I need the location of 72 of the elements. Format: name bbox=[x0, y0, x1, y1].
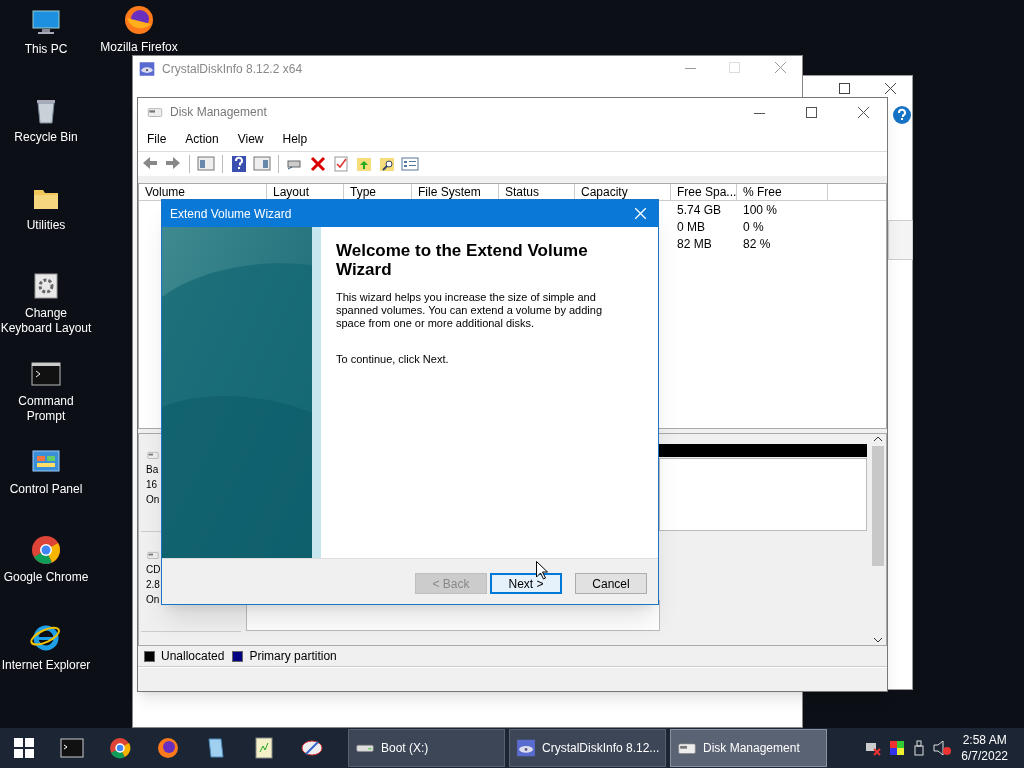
menu-item[interactable]: File bbox=[147, 129, 167, 148]
desktop-icon-label[interactable]: This PC bbox=[24, 42, 68, 57]
circle-logo-icon bbox=[30, 534, 62, 566]
desktop-icon-label[interactable]: Control Panel bbox=[9, 482, 83, 497]
legend-label: Unallocated bbox=[161, 648, 225, 665]
properties-icon[interactable] bbox=[401, 155, 419, 173]
dialog-text: To continue, click Next. bbox=[336, 353, 450, 366]
dialog-title: Extend Volume Wizard bbox=[170, 205, 293, 223]
folder-search-icon[interactable] bbox=[378, 155, 396, 173]
document-icon[interactable] bbox=[252, 736, 276, 760]
disk-label: CD bbox=[146, 563, 161, 577]
window-title: Disk Management bbox=[170, 104, 267, 121]
close-icon[interactable] bbox=[858, 106, 869, 118]
color-display-icon[interactable] bbox=[889, 740, 906, 756]
disk-label: On bbox=[146, 593, 160, 607]
menu-item[interactable]: View bbox=[237, 129, 264, 148]
start-icon[interactable] bbox=[14, 738, 34, 758]
table-cell-text: 5.74 GB bbox=[676, 201, 723, 219]
cursor-icon bbox=[536, 561, 548, 580]
desktop-icon-label[interactable]: Command Prompt bbox=[0, 394, 92, 424]
speaker-muted-icon[interactable] bbox=[933, 740, 952, 756]
dialog-text: This wizard helps you increase the size of simple and spanned volumes. You can extend a volume by adding space from one or more additional disks. bbox=[336, 291, 604, 330]
desktop-icon-label[interactable]: Google Chrome bbox=[3, 570, 89, 585]
desktop-icon-label[interactable]: Change Keyboard Layout bbox=[0, 306, 92, 336]
menu-item[interactable]: Action bbox=[185, 129, 219, 148]
circle-logo-icon[interactable] bbox=[108, 736, 132, 760]
desktop-icon-label[interactable]: Utilities bbox=[26, 218, 66, 233]
network-icon[interactable] bbox=[865, 740, 882, 756]
table-cell-text: 82 % bbox=[742, 235, 772, 253]
taskbar-button[interactable]: Boot (X:) bbox=[348, 729, 505, 767]
scroll-down-icon[interactable] bbox=[873, 635, 883, 645]
window-title: CrystalDiskInfo 8.12.2 x64 bbox=[162, 61, 303, 78]
taskbar-button[interactable]: Disk Management bbox=[670, 729, 827, 767]
checklist-icon[interactable] bbox=[332, 155, 350, 173]
delete-icon[interactable] bbox=[309, 155, 327, 173]
legend-label: Primary partition bbox=[249, 648, 337, 665]
help-icon[interactable] bbox=[893, 106, 911, 124]
scroll-up-icon[interactable] bbox=[873, 434, 883, 444]
table-cell-text: 100 % bbox=[742, 201, 779, 219]
disk-info-icon bbox=[515, 737, 537, 759]
usb-icon[interactable] bbox=[913, 740, 926, 756]
table-cell-text: 0 MB bbox=[676, 218, 706, 236]
dialog-heading: Welcome to the Extend Volume Wizard bbox=[336, 241, 589, 279]
desktop-icon-label[interactable]: Recycle Bin bbox=[14, 130, 78, 145]
globe-icon bbox=[123, 4, 155, 36]
disk-label: On bbox=[146, 493, 160, 507]
column-header[interactable]: Free Spa... bbox=[671, 184, 737, 200]
table-cell-text: 82 MB bbox=[676, 235, 713, 253]
close-icon[interactable] bbox=[885, 83, 896, 94]
disk-label: 2.8 bbox=[146, 578, 160, 592]
desktop-icon-label[interactable]: Mozilla Firefox bbox=[100, 40, 178, 55]
panel-icon[interactable] bbox=[253, 155, 271, 173]
clock-date[interactable]: 6/7/2022 bbox=[961, 748, 1008, 764]
scrollbar-thumb[interactable] bbox=[872, 446, 884, 566]
help-icon[interactable] bbox=[230, 155, 248, 173]
maximize-icon[interactable] bbox=[806, 106, 817, 118]
disk-label: Ba bbox=[146, 463, 159, 477]
folder-up-icon[interactable] bbox=[355, 155, 373, 173]
table-cell-text: 0 % bbox=[742, 218, 765, 236]
globe-icon[interactable] bbox=[156, 736, 180, 760]
panel-icon[interactable] bbox=[197, 155, 215, 173]
clock-time[interactable]: 2:58 AM bbox=[962, 732, 1007, 748]
column-header[interactable]: % Free bbox=[737, 184, 828, 200]
wizard-button[interactable]: Next > bbox=[490, 573, 562, 594]
disk-label: 16 bbox=[146, 478, 158, 492]
taskbar-button[interactable]: CrystalDiskInfo 8.12... bbox=[509, 729, 666, 767]
wizard-button[interactable]: Cancel bbox=[575, 573, 647, 594]
desktop-icon-label[interactable]: Internet Explorer bbox=[1, 658, 91, 673]
terminal-icon[interactable] bbox=[60, 736, 84, 760]
menu-item[interactable]: Help bbox=[282, 129, 308, 148]
maximize-icon[interactable] bbox=[839, 83, 850, 94]
scrollbar[interactable] bbox=[870, 434, 886, 645]
